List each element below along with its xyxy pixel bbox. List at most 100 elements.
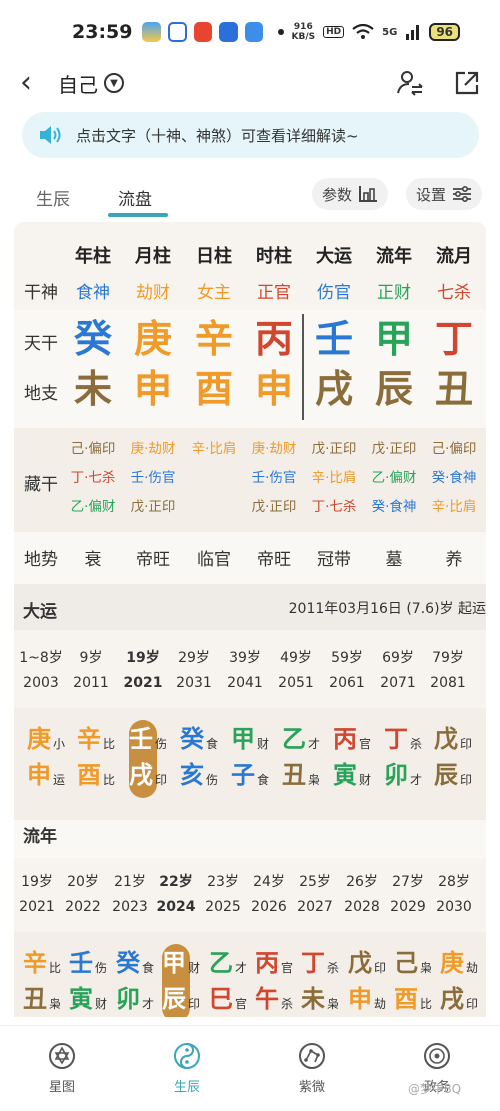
net-speed: 916 KB/S <box>291 22 316 42</box>
canggan-item[interactable]: 戊·正印 <box>131 500 176 515</box>
dayun-ganzhi-item[interactable]: 癸食亥伤 <box>180 725 224 793</box>
liunian-age: 24岁 <box>253 874 285 890</box>
chevron-down-icon[interactable]: ▼ <box>104 73 124 93</box>
shishen-cell[interactable]: 劫财 <box>136 278 170 303</box>
dayun-ganzhi-item[interactable]: 壬伤戌印 <box>129 725 173 793</box>
liunian-year-item[interactable]: 25岁 2027 <box>297 870 333 920</box>
dayun-year-item[interactable]: 69岁 2071 <box>380 646 416 696</box>
dayun-year-item[interactable]: 29岁 2031 <box>176 646 212 696</box>
dayun-year-item[interactable]: 49岁 2051 <box>278 646 314 696</box>
canggan-item[interactable]: 辛·比肩 <box>312 471 357 486</box>
canggan-item[interactable]: 己·偏印 <box>71 442 116 457</box>
dayun-year-item[interactable]: 39岁 2041 <box>227 646 263 696</box>
canggan-item[interactable]: 乙·偏财 <box>71 500 116 515</box>
liunian-year-item[interactable]: 24岁 2026 <box>251 870 287 920</box>
dizhi-char[interactable]: 酉 <box>195 369 233 409</box>
dizhi-char[interactable]: 丑 <box>435 369 473 409</box>
liunian-ganzhi-item[interactable]: 癸食卯才 <box>116 949 160 1017</box>
liunian-ganzhi-item[interactable]: 己枭酉比 <box>394 949 438 1017</box>
dayun-ganzhi-item[interactable]: 辛比酉比 <box>77 725 121 793</box>
liunian-year-item[interactable]: 26岁 2028 <box>344 870 380 920</box>
canggan-item[interactable]: 乙·偏财 <box>372 471 417 486</box>
tiangan-char[interactable]: 庚 <box>134 319 172 359</box>
dizhi-char[interactable]: 申 <box>255 369 293 409</box>
dayun-year-item[interactable]: 9岁 2011 <box>73 646 109 696</box>
canggan-item[interactable]: 丁·七杀 <box>312 500 357 515</box>
liunian-year-item[interactable]: 21岁 2023 <box>112 870 148 920</box>
tiangan-char[interactable]: 甲 <box>375 319 413 359</box>
dayun-ganzhi-item[interactable]: 丁杀卯才 <box>384 725 428 793</box>
liunian-ganzhi-item[interactable]: 辛比丑枭 <box>23 949 67 1017</box>
liunian-year-item[interactable]: 27岁 2029 <box>390 870 426 920</box>
liunian-ganzhi-item[interactable]: 丙官午杀 <box>255 949 299 1017</box>
nav-xingtu[interactable]: 星图 <box>22 1042 102 1095</box>
dayun-year-item[interactable]: 19岁 2021 <box>124 646 163 696</box>
dishi-cell[interactable]: 冠带 <box>317 545 351 570</box>
shishen-cell[interactable]: 正官 <box>257 278 291 303</box>
dayun-ganzhi-item[interactable]: 乙才丑枭 <box>282 725 326 793</box>
shishen-cell[interactable]: 正财 <box>377 278 411 303</box>
liunian-ganzhi-item[interactable]: 庚劫戌印 <box>440 949 484 1017</box>
canggan-item[interactable]: 戊·正印 <box>372 442 417 457</box>
dizhi-char[interactable]: 申 <box>134 369 172 409</box>
tiangan-char[interactable]: 丁 <box>435 319 473 359</box>
back-icon[interactable]: ‹ <box>20 68 48 98</box>
liunian-year-item[interactable]: 23岁 2025 <box>205 870 241 920</box>
nav-shengchen[interactable]: 生辰 <box>147 1042 227 1095</box>
canggan-item[interactable]: 戊·正印 <box>312 442 357 457</box>
shishen-cell[interactable]: 食神 <box>76 278 110 303</box>
liunian-year-item[interactable]: 28岁 2030 <box>436 870 472 920</box>
dayun-ganzhi-item[interactable]: 戊印辰印 <box>434 725 478 793</box>
dizhi-char[interactable]: 辰 <box>375 369 413 409</box>
dishi-cell[interactable]: 临官 <box>197 545 231 570</box>
shishen-cell[interactable]: 伤官 <box>317 278 351 303</box>
dishi-cell[interactable]: 养 <box>446 545 463 570</box>
dishi-cell[interactable]: 墓 <box>386 545 403 570</box>
shishen-cell[interactable]: 七杀 <box>437 278 471 303</box>
dayun-year-item[interactable]: 1~8岁 2003 <box>19 646 63 696</box>
canggan-item[interactable]: 壬·伤官 <box>131 471 176 486</box>
dayun-year-item[interactable]: 59岁 2061 <box>329 646 365 696</box>
liunian-year-item[interactable]: 22岁 2024 <box>157 870 196 920</box>
liunian-year-item[interactable]: 19岁 2021 <box>19 870 55 920</box>
dayun-ganzhi-item[interactable]: 庚小申运 <box>27 725 71 793</box>
canggan-item[interactable]: 庚·劫财 <box>131 442 176 457</box>
canggan-item[interactable]: 辛·比肩 <box>192 442 237 457</box>
dizhi-char[interactable]: 未 <box>74 369 112 409</box>
tip-banner[interactable]: 点击文字（十神、神煞）可查看详细解读~ <box>22 112 479 158</box>
dayun-year-item[interactable]: 79岁 2081 <box>430 646 466 696</box>
liunian-ganzhi-item[interactable]: 戊印申劫 <box>348 949 392 1017</box>
nav-ziwei[interactable]: 紫微 <box>272 1042 352 1095</box>
switch-user-icon[interactable] <box>396 69 424 97</box>
dishi-cell[interactable]: 衰 <box>85 545 102 570</box>
tab-shengchen[interactable]: 生辰 <box>36 185 70 210</box>
canggan-item[interactable]: 癸·食神 <box>372 500 417 515</box>
liunian-ganzhi-item[interactable]: 壬伤寅财 <box>69 949 113 1017</box>
tiangan-char[interactable]: 丙 <box>255 319 293 359</box>
canggan-item[interactable]: 己·偏印 <box>432 442 477 457</box>
settings-button[interactable]: 设置 <box>406 178 483 210</box>
canggan-item[interactable]: 丁·七杀 <box>71 471 116 486</box>
tab-liupan[interactable]: 流盘 <box>118 185 152 210</box>
canggan-item[interactable]: 庚·劫财 <box>252 442 297 457</box>
dishi-cell[interactable]: 帝旺 <box>257 545 291 570</box>
profile-title[interactable]: 自己 <box>58 69 98 98</box>
tiangan-char[interactable]: 辛 <box>195 319 233 359</box>
canggan-item[interactable]: 辛·比肩 <box>432 500 477 515</box>
dayun-ganzhi-item[interactable]: 丙官寅财 <box>333 725 377 793</box>
canggan-item[interactable]: 癸·食神 <box>432 471 477 486</box>
dizhi-char[interactable]: 戌 <box>315 369 353 409</box>
share-icon[interactable] <box>454 70 480 96</box>
shishen-cell[interactable]: 女主 <box>197 278 231 303</box>
tiangan-char[interactable]: 癸 <box>74 319 112 359</box>
liunian-ganzhi-item[interactable]: 甲财辰印 <box>162 949 206 1017</box>
dishi-cell[interactable]: 帝旺 <box>136 545 170 570</box>
params-button[interactable]: 参数 <box>312 178 389 210</box>
canggan-item[interactable]: 戊·正印 <box>252 500 297 515</box>
canggan-item[interactable]: 壬·伤官 <box>252 471 297 486</box>
liunian-ganzhi-item[interactable]: 丁杀未枭 <box>301 949 345 1017</box>
dayun-ganzhi-item[interactable]: 甲财子食 <box>231 725 275 793</box>
liunian-ganzhi-item[interactable]: 乙才巳官 <box>209 949 253 1017</box>
liunian-year-item[interactable]: 20岁 2022 <box>65 870 101 920</box>
tiangan-char[interactable]: 壬 <box>315 319 353 359</box>
